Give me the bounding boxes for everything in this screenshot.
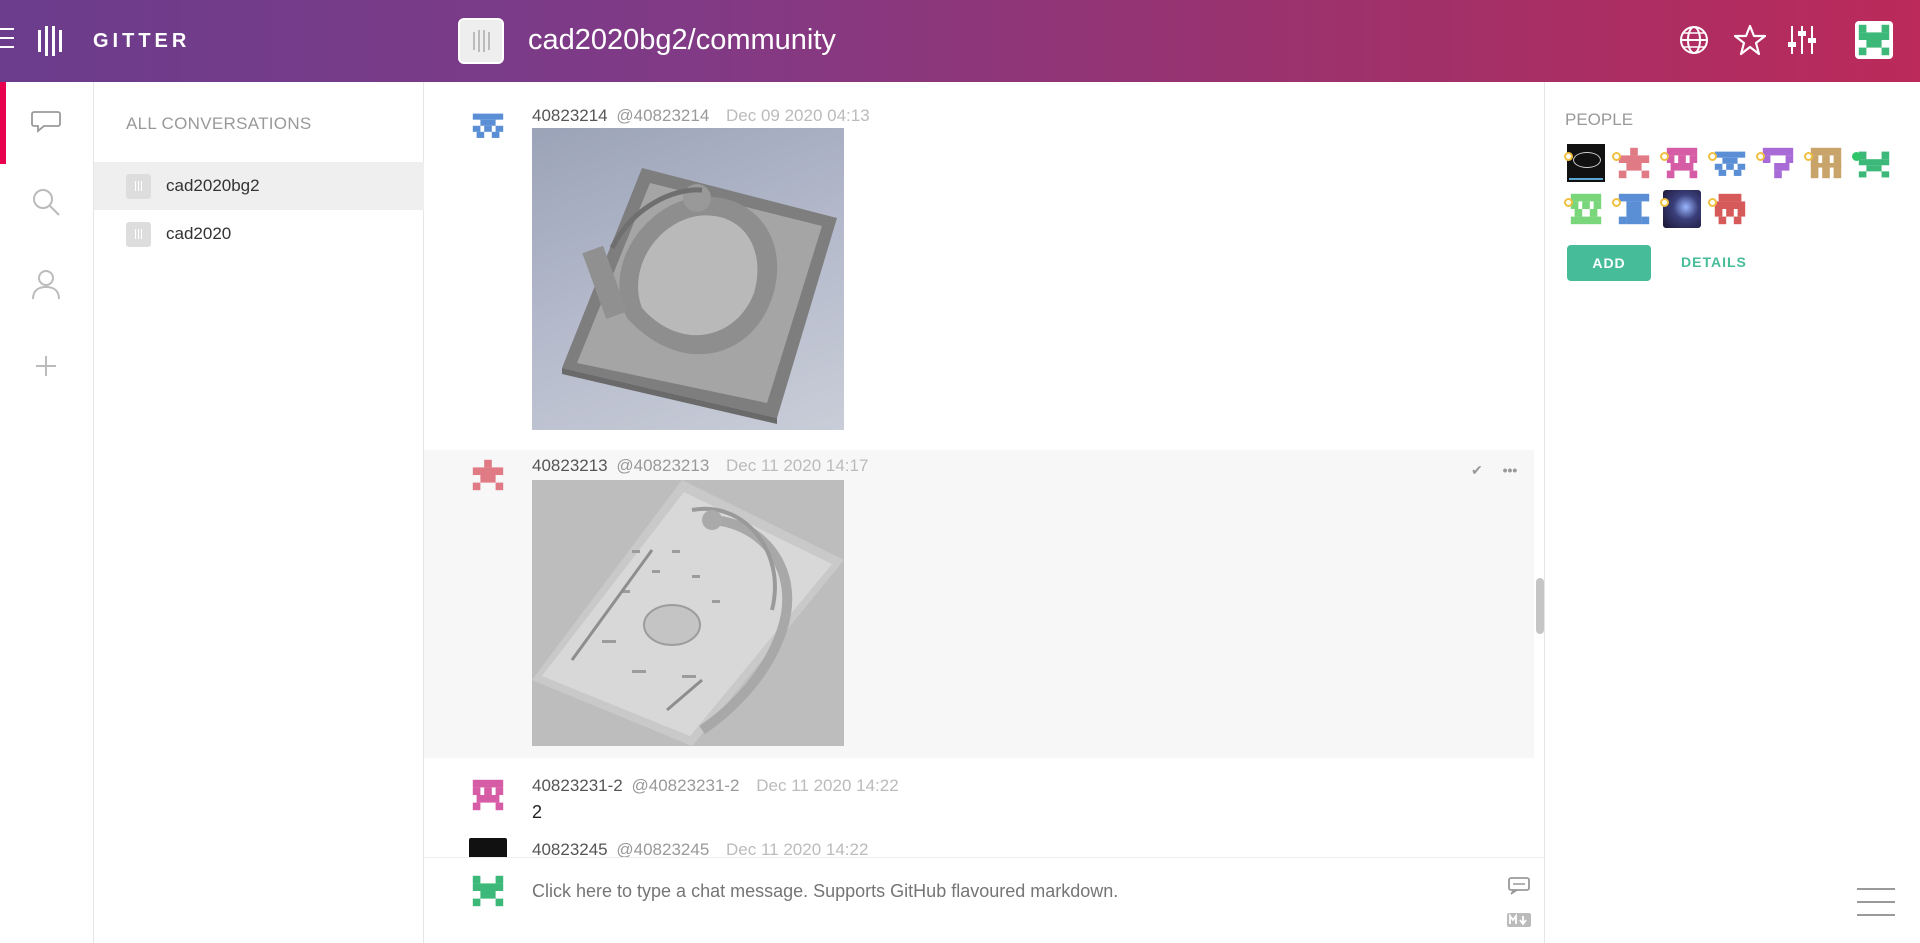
status-dot	[1708, 198, 1717, 207]
conversation-item-cad2020[interactable]: cad2020	[94, 210, 424, 258]
message-item[interactable]: 40823213 @40823213 Dec 11 2020 14:17 ✔ •…	[424, 450, 1534, 758]
message-time[interactable]: Dec 11 2020 14:22	[726, 840, 868, 857]
more-options-icon[interactable]: •••	[1503, 462, 1518, 478]
status-dot	[1612, 152, 1621, 161]
message-author[interactable]: 40823231-2	[532, 776, 623, 795]
conversations-title: ALL CONVERSATIONS	[126, 114, 312, 133]
read-check-icon[interactable]: ✔	[1471, 462, 1483, 478]
room-avatar	[126, 222, 151, 247]
status-dot	[1564, 198, 1573, 207]
star-icon[interactable]	[1732, 22, 1768, 58]
people-panel: PEOPLE ADD DETAILS	[1544, 82, 1920, 943]
message-item[interactable]: 40823245 @40823245 Dec 11 2020 14:22	[424, 838, 1534, 857]
person-avatar[interactable]	[1708, 190, 1749, 228]
person-avatar[interactable]	[1708, 144, 1749, 182]
room-avatar	[458, 18, 504, 64]
message-handle: @40823214	[616, 106, 710, 125]
status-dot	[1852, 152, 1861, 161]
avatar[interactable]	[469, 776, 507, 814]
chat-messages[interactable]: 40823214 @40823214 Dec 09 2020 04:13 408…	[424, 82, 1544, 857]
conversation-item-cad2020bg2[interactable]: cad2020bg2	[94, 162, 424, 210]
person-avatar[interactable]	[1612, 144, 1653, 182]
room-title: cad2020bg2/community	[528, 24, 836, 56]
room-avatar	[126, 174, 151, 199]
message-time[interactable]: Dec 09 2020 04:13	[726, 106, 870, 125]
status-dot	[1612, 198, 1621, 207]
avatar	[472, 875, 504, 907]
status-dot	[1564, 152, 1573, 161]
active-indicator	[0, 82, 6, 164]
chat-scrollbar[interactable]	[1536, 578, 1544, 634]
search-icon[interactable]	[28, 184, 64, 220]
message-author[interactable]: 40823213	[532, 456, 608, 475]
status-dot	[1660, 198, 1669, 207]
status-dot	[1660, 152, 1669, 161]
nav-rail	[0, 82, 94, 943]
message-author[interactable]: 40823214	[532, 106, 608, 125]
message-time[interactable]: Dec 11 2020 14:22	[756, 776, 898, 795]
message-image[interactable]	[532, 128, 844, 430]
message-text: 2	[532, 802, 543, 822]
message-actions: ✔ •••	[1471, 462, 1517, 479]
person-avatar[interactable]	[1564, 190, 1605, 228]
message-item[interactable]: 40823231-2 @40823231-2 Dec 11 2020 14:22…	[424, 768, 1534, 828]
message-handle: @40823213	[616, 456, 710, 475]
gitter-app: GITTER cad2020bg2/community ALL CONVERSA…	[0, 0, 1920, 943]
people-title: PEOPLE	[1565, 110, 1634, 129]
conversation-label: cad2020bg2	[166, 176, 260, 195]
details-link[interactable]: DETAILS	[1681, 254, 1747, 270]
add-people-button[interactable]: ADD	[1567, 245, 1651, 281]
globe-icon[interactable]	[1676, 22, 1712, 58]
avatar[interactable]	[469, 106, 507, 144]
brand-name[interactable]: GITTER	[93, 30, 190, 53]
message-item[interactable]: 40823214 @40823214 Dec 09 2020 04:13	[424, 82, 1534, 432]
message-meta: 40823213 @40823213 Dec 11 2020 14:17	[532, 456, 868, 476]
person-avatar[interactable]	[1660, 190, 1701, 228]
conversations-icon[interactable]	[28, 102, 64, 138]
chat-input[interactable]	[532, 876, 1472, 906]
message-meta: 40823231-2 @40823231-2 Dec 11 2020 14:22	[532, 776, 899, 796]
message-handle: @40823245	[616, 840, 710, 857]
person-avatar[interactable]	[1852, 144, 1893, 182]
message-meta: 40823245 @40823245 Dec 11 2020 14:22	[532, 840, 868, 857]
user-avatar[interactable]	[1855, 21, 1893, 59]
message-handle: @40823231-2	[631, 776, 740, 795]
message-time[interactable]: Dec 11 2020 14:17	[726, 456, 868, 475]
message-meta: 40823214 @40823214 Dec 09 2020 04:13	[532, 106, 870, 126]
menu-icon[interactable]	[0, 28, 14, 52]
status-dot	[1756, 152, 1765, 161]
avatar[interactable]	[469, 456, 507, 494]
person-avatar[interactable]	[1612, 190, 1653, 228]
message-author[interactable]: 40823245	[532, 840, 608, 857]
conversations-panel: ALL CONVERSATIONS cad2020bg2 cad2020	[94, 82, 424, 943]
person-avatar[interactable]	[1564, 144, 1605, 182]
avatar[interactable]	[469, 838, 507, 857]
person-avatar[interactable]	[1804, 144, 1845, 182]
status-dot	[1708, 152, 1717, 161]
menu-icon[interactable]	[1857, 888, 1895, 918]
settings-sliders-icon[interactable]	[1784, 22, 1820, 58]
markdown-icon[interactable]	[1506, 910, 1532, 930]
top-header: GITTER cad2020bg2/community	[0, 0, 1920, 82]
composer	[424, 857, 1544, 943]
status-dot	[1804, 152, 1813, 161]
compose-mode-icon[interactable]	[1506, 876, 1532, 896]
conversation-label: cad2020	[166, 224, 232, 243]
person-icon[interactable]	[28, 266, 64, 302]
plus-icon[interactable]	[28, 348, 64, 384]
person-avatar[interactable]	[1660, 144, 1701, 182]
message-image[interactable]	[532, 480, 844, 746]
person-avatar[interactable]	[1756, 144, 1797, 182]
gitter-logo-icon[interactable]	[38, 26, 62, 56]
